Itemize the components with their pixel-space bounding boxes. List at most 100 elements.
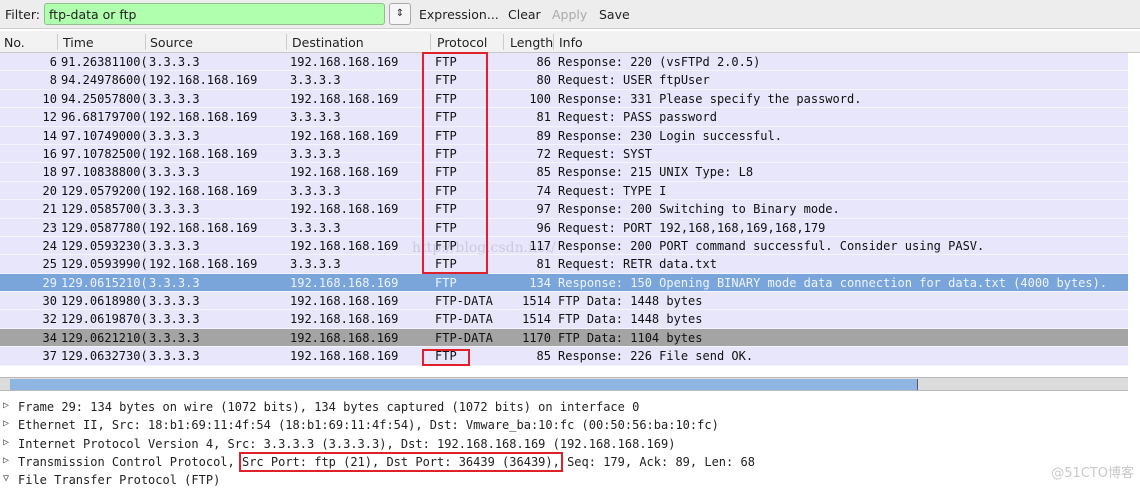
cell-time: 97.10782500( [61, 146, 148, 161]
cell-dst: 192.168.168.169 [290, 294, 399, 309]
column-destination[interactable]: Destination [292, 35, 364, 50]
cell-no: 12 [42, 110, 57, 125]
cell-dst: 192.168.168.169 [290, 312, 399, 327]
port-highlight: Src Port: ftp (21), Dst Port: 36439 (364… [238, 451, 563, 472]
packet-row[interactable]: 16 97.10782500(192.168.168.169 3.3.3.3 FTP 7… [0, 144, 1128, 164]
cell-len: 85 [536, 165, 551, 180]
cell-info: Request: PORT 192,168,168,169,168,179 [558, 220, 826, 235]
packet-row[interactable]: 34 129.0621210(3.3.3.3 192.168.168.169 FTP-… [0, 328, 1128, 348]
column-time[interactable]: Time [63, 35, 94, 50]
cell-time: 91.26381100( [61, 55, 148, 69]
horizontal-scrollbar[interactable] [0, 377, 1128, 391]
cell-info: Response: 226 File send OK. [558, 349, 754, 364]
cell-src: 3.3.3.3 [149, 238, 200, 253]
cell-src: 3.3.3.3 [149, 91, 200, 106]
expand-triangle-icon[interactable]: ▷ [3, 418, 9, 429]
cell-no: 34 [42, 330, 57, 345]
expand-triangle-icon[interactable]: ▷ [3, 437, 9, 448]
packet-row[interactable]: 20 129.0579200(192.168.168.169 3.3.3.3 FTP 7… [0, 181, 1128, 201]
expression-button[interactable]: Expression... [419, 7, 499, 22]
detail-text: Frame 29: 134 bytes on wire (1072 bits),… [18, 400, 640, 414]
packet-row[interactable]: 8 94.24978600(192.168.168.169 3.3.3.3 FTP 80… [0, 71, 1128, 90]
cell-len: 74 [536, 183, 551, 198]
cell-proto: FTP-DATA [435, 330, 493, 345]
detail-item[interactable]: ▷ Transmission Control Protocol, Src Port… [0, 451, 1140, 472]
cell-info: Response: 215 UNIX Type: L8 [558, 165, 754, 180]
cell-len: 72 [536, 146, 551, 161]
cell-src: 3.3.3.3 [149, 165, 200, 180]
packet-list-header: No. Time Source Destination Protocol Len… [0, 31, 1140, 53]
cell-src: 3.3.3.3 [149, 55, 200, 69]
detail-text: Ethernet II, Src: 18:b1:69:11:4f:54 (18:… [18, 418, 719, 433]
cell-proto: FTP-DATA [435, 294, 493, 309]
expand-triangle-icon[interactable]: ▷ [3, 400, 9, 411]
packet-row[interactable]: 12 96.68179700(192.168.168.169 3.3.3.3 FTP 8… [0, 108, 1128, 127]
cell-info: Response: 150 Opening BINARY mode data c… [558, 275, 1108, 290]
cell-info: FTP Data: 1448 bytes [558, 294, 703, 309]
filter-dropdown-button[interactable]: ⇕ [389, 3, 411, 25]
cell-src: 192.168.168.169 [149, 110, 258, 125]
apply-button[interactable]: Apply [552, 7, 587, 22]
cell-len: 89 [536, 128, 551, 143]
cell-time: 129.0593990( [61, 257, 148, 272]
column-source[interactable]: Source [150, 35, 193, 50]
detail-item[interactable]: ▷ Frame 29: 134 bytes on wire (1072 bits)… [0, 398, 1140, 416]
cell-time: 129.0618980( [61, 294, 148, 309]
packet-row[interactable]: 23 129.0587780(192.168.168.169 3.3.3.3 FTP 9… [0, 218, 1128, 237]
packet-row[interactable]: 21 129.0585700(3.3.3.3 192.168.168.169 FTP 9… [0, 200, 1128, 219]
cell-dst: 192.168.168.169 [290, 275, 399, 290]
filter-toolbar: Filter: ftp-data or ftp ⇕ Expression... … [0, 0, 1140, 29]
packet-row[interactable]: 37 129.0632730(3.3.3.3 192.168.168.169 FTP 8… [0, 347, 1128, 366]
cell-src: 192.168.168.169 [149, 220, 258, 235]
column-info[interactable]: Info [559, 35, 583, 50]
cell-no: 8 [49, 73, 57, 88]
detail-text: Internet Protocol Version 4, Src: 3.3.3.… [18, 436, 676, 451]
cell-info: FTP Data: 1104 bytes [558, 330, 703, 345]
packet-row[interactable]: 25 129.0593990(192.168.168.169 3.3.3.3 FTP 8… [0, 255, 1128, 274]
cell-time: 94.25057800( [61, 91, 148, 106]
detail-item[interactable]: ▷ Internet Protocol Version 4, Src: 3.3.3… [0, 435, 1140, 453]
packet-row[interactable]: 30 129.0618980(3.3.3.3 192.168.168.169 FTP-… [0, 292, 1128, 311]
column-protocol[interactable]: Protocol [437, 35, 487, 50]
clear-button[interactable]: Clear [508, 7, 541, 22]
packet-row[interactable]: 14 97.10749000(3.3.3.3 192.168.168.169 FTP 8… [0, 126, 1128, 145]
detail-item[interactable]: ▽ File Transfer Protocol (FTP) [0, 471, 1140, 489]
packet-row[interactable]: 18 97.10838800(3.3.3.3 192.168.168.169 FTP 8… [0, 163, 1128, 182]
cell-len: 85 [536, 349, 551, 364]
packet-row[interactable]: 24 129.0593230(3.3.3.3 192.168.168.169 FTP 1… [0, 236, 1128, 256]
cell-dst: 3.3.3.3 [290, 257, 341, 272]
packet-row[interactable]: 29 129.0615210(3.3.3.3 192.168.168.169 FTP 1… [0, 273, 1128, 293]
packet-row[interactable]: 32 129.0619870(3.3.3.3 192.168.168.169 FTP-… [0, 310, 1128, 329]
cell-src: 3.3.3.3 [149, 312, 200, 327]
packet-row[interactable]: 6 91.26381100(3.3.3.3 192.168.168.169 FTP 86… [0, 53, 1128, 72]
cell-no: 24 [42, 238, 57, 253]
filter-label: Filter: [5, 7, 40, 22]
filter-input[interactable]: ftp-data or ftp [44, 3, 385, 25]
cell-dst: 3.3.3.3 [290, 73, 341, 88]
column-no[interactable]: No. [4, 35, 25, 50]
protocol-highlight-box-row37 [422, 349, 470, 366]
cell-src: 3.3.3.3 [149, 330, 200, 345]
cell-src: 3.3.3.3 [149, 128, 200, 143]
cell-no: 10 [42, 91, 57, 106]
detail-item[interactable]: ▷ Ethernet II, Src: 18:b1:69:11:4f:54 (18… [0, 416, 1140, 434]
scrollbar-thumb[interactable] [10, 379, 918, 390]
cell-len: 86 [536, 55, 551, 69]
cell-time: 97.10749000( [61, 128, 148, 143]
cell-no: 20 [42, 183, 57, 198]
cell-no: 30 [42, 294, 57, 309]
detail-text: File Transfer Protocol (FTP) [18, 473, 221, 488]
cell-time: 129.0621210( [61, 330, 148, 345]
collapse-triangle-icon[interactable]: ▽ [3, 473, 9, 484]
column-length[interactable]: Length [510, 35, 553, 50]
packet-list: 6 91.26381100(3.3.3.3 192.168.168.169 FTP 86… [0, 53, 1128, 366]
cell-time: 129.0619870( [61, 312, 148, 327]
cell-len: 1514 [522, 294, 551, 309]
save-button[interactable]: Save [599, 7, 630, 22]
expand-triangle-icon[interactable]: ▷ [3, 455, 9, 466]
packet-row[interactable]: 10 94.25057800(3.3.3.3 192.168.168.169 FTP 1… [0, 89, 1128, 109]
cell-time: 129.0587780( [61, 220, 148, 235]
cell-time: 97.10838800( [61, 165, 148, 180]
cell-no: 16 [42, 146, 57, 161]
cell-dst: 192.168.168.169 [290, 128, 399, 143]
